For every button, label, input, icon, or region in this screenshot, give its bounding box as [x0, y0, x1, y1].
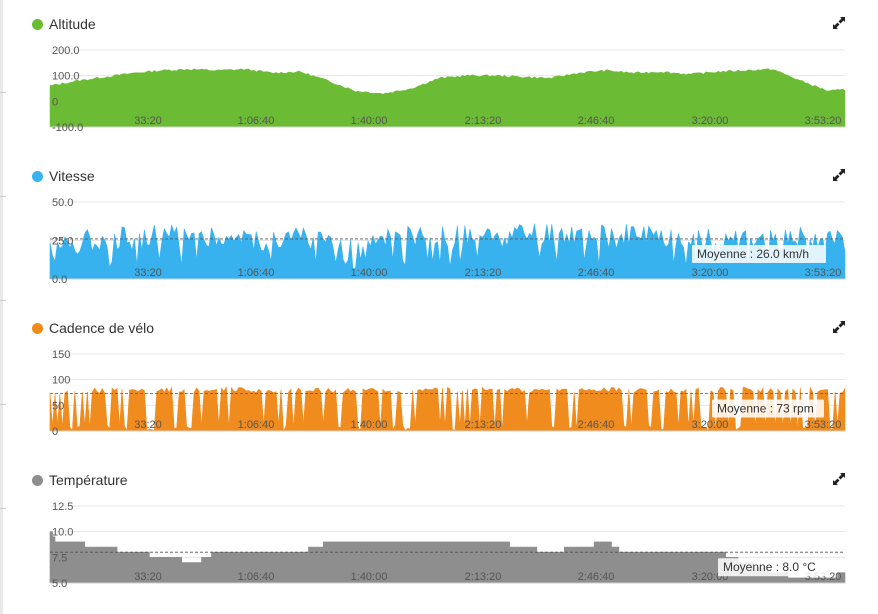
x-tick-label: 3:53:20	[805, 115, 842, 127]
x-tick-label: 33:20	[134, 267, 162, 279]
y-tick-label: 0	[52, 96, 58, 108]
x-tick-label: 2:13:20	[465, 419, 502, 431]
speed-chart-panel: Vitesse 50.0 25.0 0.0 33:20 1:06:40 1:40:00 2:…	[0, 152, 878, 304]
x-tick-label: 1:40:00	[351, 115, 388, 127]
x-tick-label: 2:46:40	[578, 267, 615, 279]
x-tick-label: 33:20	[134, 571, 162, 583]
x-tick-label: 1:06:40	[238, 115, 275, 127]
y-tick-label: 150	[52, 349, 70, 361]
x-tick-label: 1:06:40	[238, 571, 275, 583]
y-tick-label: 100.0	[52, 71, 80, 83]
temperature-chart-panel: Température 12.5 10.0 7.5 5.0 33:20 1:06:40 1:…	[0, 456, 878, 608]
x-tick-label: 3:20:00	[692, 267, 729, 279]
speed-chart: 50.0 25.0 0.0 33:20 1:06:40 1:40:00 2:13:20 2:4…	[49, 197, 846, 286]
x-tick-label: 2:46:40	[578, 571, 615, 583]
y-tick-label: 100	[52, 375, 70, 387]
y-tick-label: 200.0	[52, 45, 80, 57]
x-tick-label: 1:40:00	[351, 267, 388, 279]
y-tick-label: 12.5	[52, 501, 73, 513]
average-label: Moyenne : 73 rpm	[717, 402, 814, 416]
x-tick-label: 33:20	[134, 419, 162, 431]
x-tick-label: 2:46:40	[578, 115, 615, 127]
x-tick-label: 2:13:20	[465, 571, 502, 583]
cadence-chart: 150 100 50 0 33:20 1:06:40 1:40:00 2:13:20 2:46:…	[49, 349, 846, 438]
y-tick-label: 10.0	[52, 527, 73, 539]
x-tick-label: 33:20	[134, 115, 162, 127]
x-tick-label: 3:20:00	[692, 419, 729, 431]
x-tick-label: 2:46:40	[578, 419, 615, 431]
cadence-chart-panel: Cadence de vélo 150 100 50 0 33:20 1:06:40 1:4…	[0, 304, 878, 456]
y-tick-label: 0	[52, 426, 58, 438]
x-tick-label: 3:53:20	[805, 419, 842, 431]
x-tick-label: 3:20:00	[692, 115, 729, 127]
average-label: Moyenne : 26.0 km/h	[697, 247, 809, 261]
y-tick-label: 7.5	[52, 552, 67, 564]
average-label: Moyenne : 8.0 °C	[723, 560, 816, 574]
y-tick-label: 0.0	[52, 274, 67, 286]
y-tick-label: 50	[52, 400, 64, 412]
x-tick-label: 1:40:00	[351, 571, 388, 583]
altitude-chart: 200.0 100.0 0 -100.0 33:20 1:06:40 1:40:00 2:13…	[49, 45, 846, 134]
y-tick-label: -100.0	[52, 122, 83, 134]
y-tick-label: 25.0	[52, 236, 73, 248]
altitude-chart-panel: Altitude 200.0 100.0 0 -100.0 33:20 1:06:40 1:…	[0, 0, 878, 152]
y-tick-label: 5.0	[52, 578, 67, 590]
x-tick-label: 1:06:40	[238, 419, 275, 431]
x-tick-label: 3:53:20	[805, 267, 842, 279]
x-tick-label: 2:13:20	[465, 115, 502, 127]
x-tick-label: 1:06:40	[238, 267, 275, 279]
y-tick-label: 50.0	[52, 197, 73, 209]
temperature-chart: 12.5 10.0 7.5 5.0 33:20 1:06:40 1:40:00 2:13:20…	[49, 501, 846, 590]
x-tick-label: 1:40:00	[351, 419, 388, 431]
x-tick-label: 2:13:20	[465, 267, 502, 279]
